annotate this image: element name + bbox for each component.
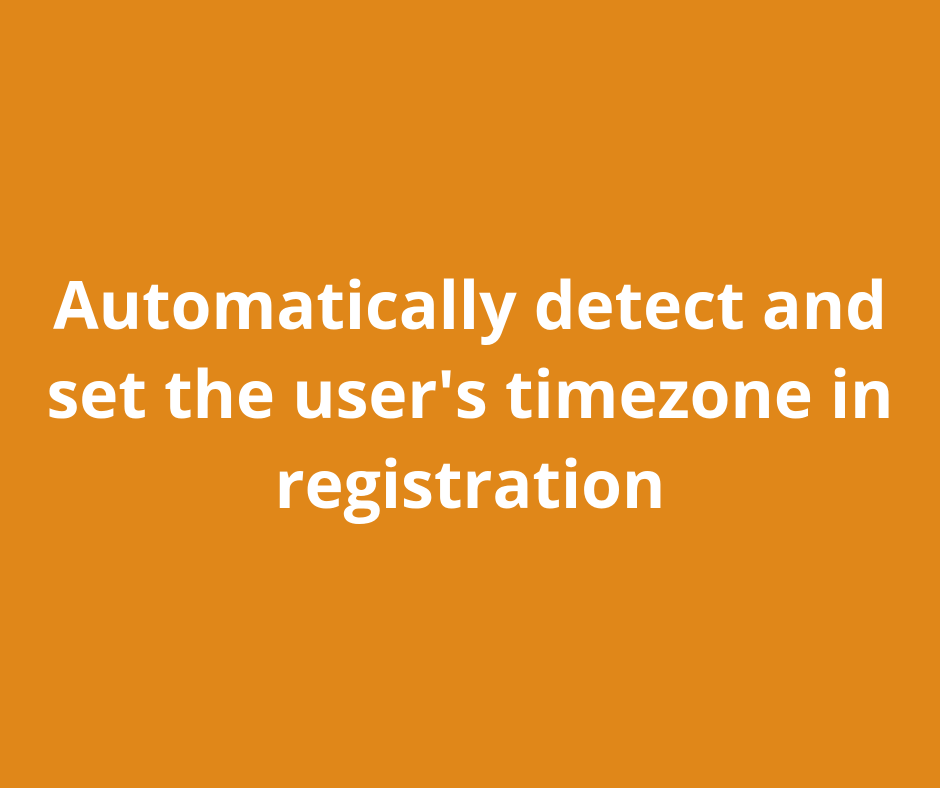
page-heading: Automatically detect and set the user's … — [0, 260, 940, 527]
